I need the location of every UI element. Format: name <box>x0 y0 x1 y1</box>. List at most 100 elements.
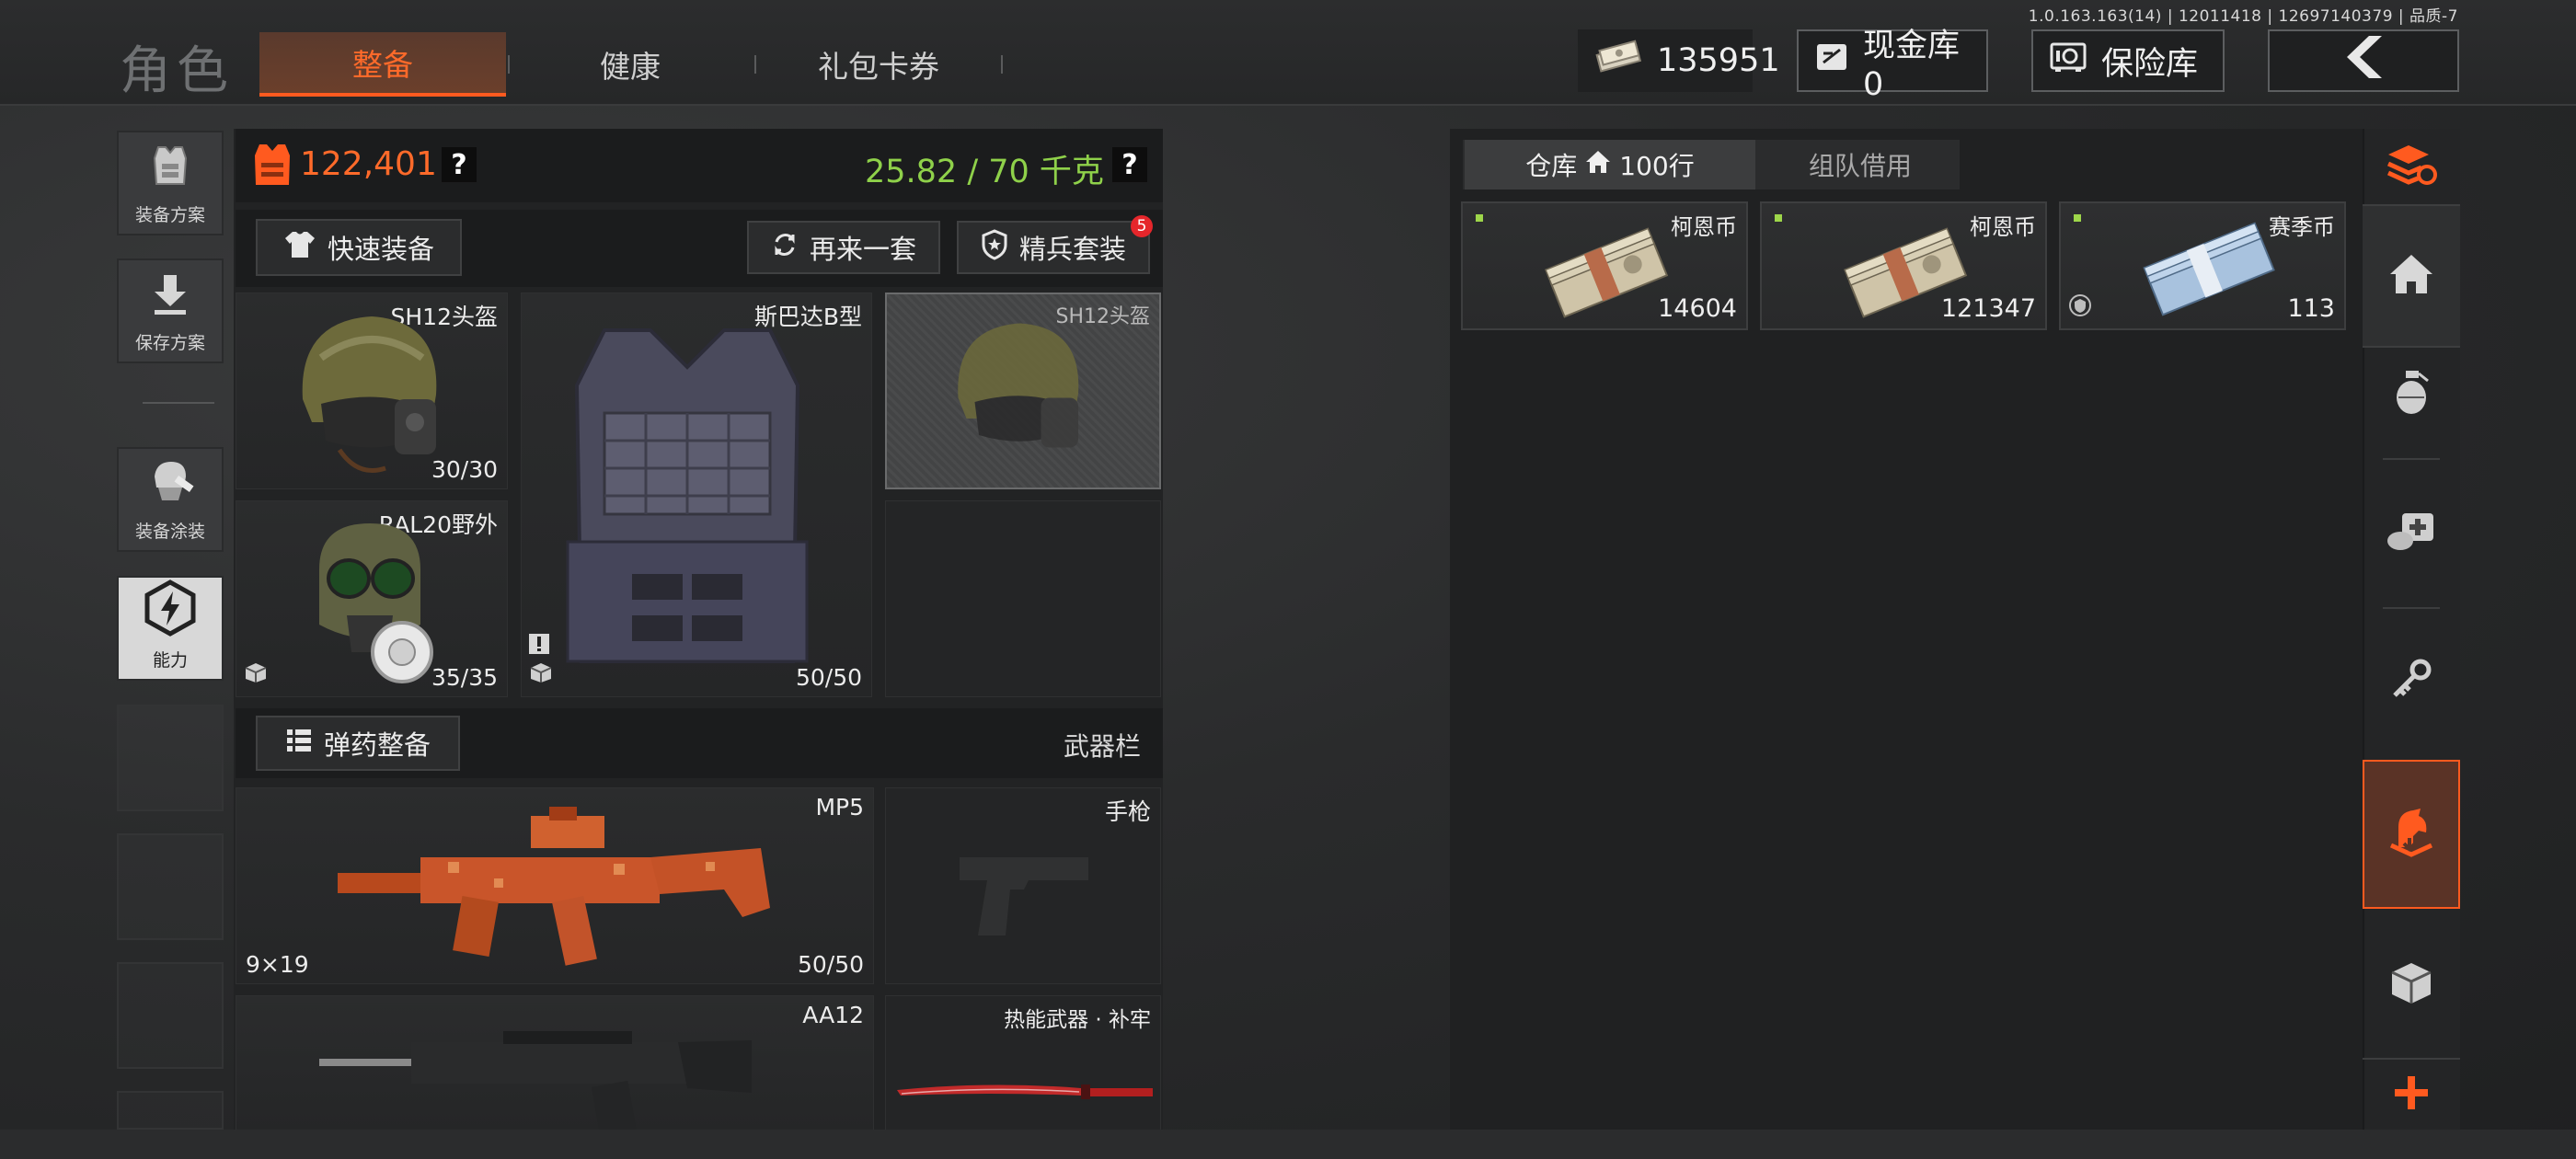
quick-equip-label: 快速装备 <box>327 234 434 265</box>
pistol-slot[interactable]: 手枪 <box>885 787 1161 984</box>
nav-home[interactable] <box>2363 204 2460 348</box>
stack-refresh-button[interactable] <box>2363 129 2460 204</box>
bottom-strip <box>0 1130 2576 1159</box>
add-category-button[interactable] <box>2363 1058 2460 1130</box>
cash-icon <box>1594 39 1642 84</box>
page-title: 角色 <box>120 41 234 101</box>
tab-team-borrow[interactable]: 组队借用 <box>1761 140 1960 189</box>
safe-vault-button[interactable]: 保险库 <box>2031 29 2225 92</box>
tab-warehouse[interactable]: 仓库 100行 <box>1465 140 1755 189</box>
gas-mask-slot[interactable]: RAL20野外 35/35 <box>236 500 508 697</box>
season-money-icon <box>2143 222 2275 316</box>
body-armor-slot[interactable]: 斯巴达B型 50/50 <box>521 293 872 697</box>
box-icon <box>529 661 553 687</box>
sidebar-item-label: 能力 <box>152 650 188 671</box>
grenade-icon <box>2391 368 2432 419</box>
back-button[interactable] <box>2268 29 2459 92</box>
katana-image <box>897 1084 1153 1099</box>
elite-set-button[interactable]: 精兵套装 <box>957 221 1150 274</box>
cash-balance[interactable]: 135951 <box>1578 29 1780 92</box>
ammo-equip-label: 弹药整备 <box>323 729 431 761</box>
sidebar-empty-slot <box>117 1091 224 1130</box>
sidebar-item-save-plan[interactable]: 保存方案 <box>117 258 224 363</box>
ammo-equip-button[interactable]: 弹药整备 <box>256 716 460 771</box>
item-name: 柯恩币 <box>1970 214 2036 240</box>
cash-vault-icon <box>1815 40 1848 82</box>
home-icon <box>2387 252 2435 300</box>
warning-icon <box>529 634 549 658</box>
body-armor-image <box>566 328 809 663</box>
tab-gift-vouchers[interactable]: 礼包卡券 <box>759 32 998 97</box>
quick-equip-button[interactable]: 快速装备 <box>256 219 462 276</box>
secondary-weapon-slot[interactable]: AA12 <box>236 995 874 1132</box>
weapon-name: 手枪 <box>1104 798 1151 825</box>
nav-keys[interactable] <box>2363 625 2460 736</box>
save-download-icon <box>147 271 193 322</box>
ammo-caliber: 9×19 <box>246 951 309 978</box>
tab-equip[interactable]: 整备 <box>259 32 506 97</box>
sidebar-item-label: 保存方案 <box>134 333 205 353</box>
new-tag <box>1476 214 1483 222</box>
helmet-preview-slot[interactable]: SH12头盔 <box>885 293 1161 489</box>
helmet-slot[interactable]: SH12头盔 30/30 <box>236 293 508 489</box>
item-count: 113 <box>2287 294 2335 323</box>
warehouse-rows: 100行 <box>1619 151 1695 181</box>
elite-set-label: 精兵套装 <box>1018 234 1126 265</box>
melee-weapon-slot[interactable]: 热能武器 · 补牢 <box>885 995 1161 1131</box>
nav-divider <box>2383 458 2440 460</box>
equipment-value: 122,401 <box>300 145 437 183</box>
gear-paint-icon <box>144 456 197 512</box>
chevron-left-icon <box>2341 34 2386 88</box>
nav-medical[interactable] <box>2363 478 2460 589</box>
safe-vault-label: 保险库 <box>2101 45 2199 83</box>
gas-mask-image <box>319 523 433 683</box>
safe-icon <box>2050 41 2087 81</box>
sidebar-empty-slot <box>117 962 224 1069</box>
weapon-name: AA12 <box>802 1002 864 1028</box>
shield-star-icon <box>981 228 1008 267</box>
weight-help-button[interactable]: ? <box>1112 147 1147 182</box>
carry-weight: 25.82 / 70 千克 <box>865 154 1104 190</box>
layers-refresh-icon <box>2385 142 2438 191</box>
sidebar-item-gear-paint[interactable]: 装备涂装 <box>117 447 224 552</box>
nav-divider <box>2383 607 2440 609</box>
sidebar-item-equip-plan[interactable]: 装备方案 <box>117 131 224 235</box>
notification-badge: 5 <box>1131 215 1153 237</box>
nav-equipment-active[interactable] <box>2363 760 2460 909</box>
value-help-button[interactable]: ? <box>442 147 477 182</box>
new-tag <box>2074 214 2081 222</box>
primary-weapon-slot[interactable]: MP5 9×19 50/50 <box>236 787 874 984</box>
weapon-name: 热能武器 · 补牢 <box>1004 1008 1151 1032</box>
build-info: 1.0.163.163(14) | 12011418 | 12697140379… <box>2028 7 2458 26</box>
weapon-bar-label: 武器栏 <box>1064 731 1142 762</box>
sidebar-divider <box>143 402 214 404</box>
refresh-icon <box>771 231 799 265</box>
tab-health[interactable]: 健康 <box>524 32 736 97</box>
warehouse-item-season-coin[interactable]: 赛季币 113 <box>2059 201 2346 330</box>
home-icon <box>1584 149 1612 181</box>
nav-grenades[interactable] <box>2363 348 2460 440</box>
helmet-image <box>958 323 1079 448</box>
warehouse-item-kohn-coin[interactable]: 柯恩币 121347 <box>1760 201 2047 330</box>
money-stack-icon <box>1844 227 1968 318</box>
cash-vault-label: 现金库 0 <box>1863 27 1961 103</box>
aa12-image <box>319 1031 752 1132</box>
ability-bolt-icon <box>143 580 198 641</box>
shield-badge-icon <box>2068 293 2092 321</box>
shirt-icon <box>283 229 316 267</box>
sidebar-empty-slot <box>117 705 224 811</box>
warehouse-item-kohn-coin[interactable]: 柯恩币 14604 <box>1461 201 1748 330</box>
empty-equipment-slot[interactable] <box>885 500 1161 697</box>
vest-plan-icon <box>145 140 195 194</box>
cash-amount: 135951 <box>1657 42 1780 79</box>
weapon-durability: 50/50 <box>797 951 864 978</box>
sidebar-item-ability[interactable]: 能力 <box>117 576 224 681</box>
cash-vault-button[interactable]: 现金库 0 <box>1797 28 1988 103</box>
sidebar-item-label: 装备方案 <box>134 205 205 225</box>
tab-divider <box>754 55 756 74</box>
pistol-silhouette-icon <box>960 857 1088 935</box>
money-stack-icon <box>1545 227 1669 318</box>
again-set-button[interactable]: 再来一套 <box>747 221 940 274</box>
nav-containers[interactable] <box>2363 931 2460 1039</box>
horse-gear-icon <box>2386 805 2437 864</box>
